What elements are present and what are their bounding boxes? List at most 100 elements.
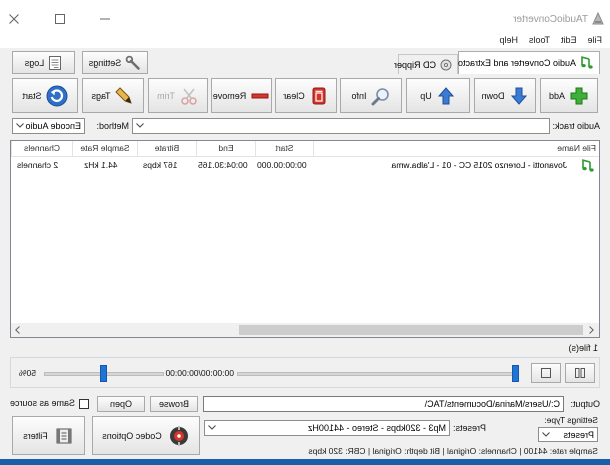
logs-label: Logs xyxy=(24,57,45,68)
title-bar: TAudioConverter File Edit Tools Help xyxy=(0,0,610,48)
stop-button[interactable] xyxy=(531,363,561,383)
cd-icon xyxy=(440,59,452,71)
start-button[interactable]: Start xyxy=(12,78,78,113)
chevron-right-icon xyxy=(15,326,21,334)
arrow-down-icon xyxy=(509,86,529,106)
filter-icon xyxy=(54,426,74,446)
maximize-button[interactable] xyxy=(48,11,72,27)
cell-channels: 2 channels xyxy=(17,160,59,170)
chevron-down-icon xyxy=(208,425,216,430)
info-button[interactable]: Info xyxy=(340,78,402,113)
clear-button[interactable]: Clear xyxy=(275,78,337,113)
scroll-left-button[interactable] xyxy=(585,323,599,337)
filters-button[interactable]: Filters xyxy=(12,416,85,455)
wrench-icon xyxy=(125,55,141,71)
audio-track-select[interactable] xyxy=(132,118,550,134)
file-list[interactable]: File Name Start End Bitrate Sample Rate … xyxy=(10,140,600,338)
presets-select[interactable]: Mp3 - 320kbps - Stereo - 44100Hz xyxy=(204,420,450,436)
close-button[interactable] xyxy=(2,11,26,27)
same-as-source-label: Same as source xyxy=(9,398,75,408)
tab-audio-converter[interactable]: Audio Converter and Extractor xyxy=(454,51,600,74)
tags-label: Tags xyxy=(91,90,111,101)
open-button[interactable]: Open xyxy=(97,396,145,412)
cell-end: 00:04:30.165 xyxy=(198,160,248,170)
remove-button[interactable]: Remove xyxy=(211,78,272,113)
pause-button[interactable] xyxy=(565,363,595,383)
method-value: Encode Audio xyxy=(25,121,81,131)
cell-sample-rate: 44.1 kHz xyxy=(84,160,118,170)
method-select[interactable]: Encode Audio xyxy=(12,118,85,134)
tab-label: CD Ripper xyxy=(393,59,436,70)
menu-help[interactable]: Help xyxy=(499,35,518,45)
screen: TAudioConverter File Edit Tools Help Aud… xyxy=(0,0,610,465)
scroll-right-button[interactable] xyxy=(11,323,25,337)
up-button[interactable]: Up xyxy=(406,78,470,113)
scissors-icon xyxy=(179,86,199,106)
pause-icon xyxy=(575,368,585,378)
app-window: TAudioConverter File Edit Tools Help Aud… xyxy=(0,0,610,459)
scrollbar-thumb[interactable] xyxy=(239,325,583,335)
down-button[interactable]: Down xyxy=(474,78,536,113)
seek-slider-track xyxy=(237,372,519,376)
magnifier-icon xyxy=(371,86,391,106)
clear-icon xyxy=(309,86,329,106)
tab-cd-ripper[interactable]: CD Ripper xyxy=(394,54,458,74)
menu-tools[interactable]: Tools xyxy=(529,35,550,45)
column-header-file-name[interactable]: File Name xyxy=(313,141,599,157)
logs-button[interactable]: Logs xyxy=(12,51,75,74)
settings-type-select[interactable]: Presets xyxy=(538,427,598,442)
volume-slider[interactable] xyxy=(44,365,164,382)
status-bar: Sample rate: 44100 | Channels: Original … xyxy=(308,446,598,456)
cell-bitrate: 167 kbps xyxy=(143,160,178,170)
remove-label: Remove xyxy=(212,90,247,101)
browse-button[interactable]: Browse xyxy=(150,396,198,412)
volume-value: 50% xyxy=(18,368,36,378)
column-header-sample-rate[interactable]: Sample Rate xyxy=(72,141,137,157)
playback-time: 00:00:00/00:00:00 xyxy=(165,368,234,378)
volume-slider-thumb[interactable] xyxy=(100,365,108,382)
minimize-icon xyxy=(100,18,110,20)
seek-slider-thumb[interactable] xyxy=(512,365,519,382)
menu-bar: File Edit Tools Help xyxy=(499,35,602,45)
chevron-down-icon xyxy=(16,123,24,128)
maximize-icon xyxy=(55,14,65,24)
stop-icon xyxy=(541,368,551,378)
plus-icon xyxy=(569,86,589,106)
settings-type-label: Settings Type: xyxy=(544,415,598,425)
method-label: Method: xyxy=(96,121,129,131)
output-path-field[interactable]: C:\Users\Marina\Documents\TAC\ xyxy=(203,396,564,412)
same-as-source-checkbox[interactable] xyxy=(79,399,89,409)
up-label: Up xyxy=(420,90,432,101)
music-note-icon xyxy=(581,159,595,175)
file-count: 1 file(s) xyxy=(568,343,598,353)
cell-file-name: Jovanotti - Lorenzo 2015 CC - 01 - L'alb… xyxy=(391,160,568,170)
refresh-icon xyxy=(46,85,68,107)
minimize-button[interactable] xyxy=(93,11,117,27)
app-icon xyxy=(592,11,604,27)
chevron-down-icon xyxy=(542,431,550,437)
trim-label: Trim xyxy=(157,90,175,101)
column-header-end[interactable]: End xyxy=(196,141,255,157)
add-button[interactable]: Add xyxy=(540,78,598,113)
cell-start: 00:00:00.000 xyxy=(257,160,307,170)
tab-label: Audio Converter and Extractor xyxy=(454,58,576,68)
column-header-start[interactable]: Start xyxy=(255,141,313,157)
seek-slider[interactable] xyxy=(237,365,519,382)
arrow-up-icon xyxy=(436,86,456,106)
horizontal-scrollbar[interactable] xyxy=(11,323,599,337)
close-icon xyxy=(9,14,19,24)
minus-icon xyxy=(250,86,270,106)
clear-label: Clear xyxy=(283,90,305,101)
settings-button[interactable]: Settings xyxy=(82,51,148,74)
column-header-channels[interactable]: Channels xyxy=(11,141,72,157)
column-header-bitrate[interactable]: Bitrate xyxy=(137,141,196,157)
menu-edit[interactable]: Edit xyxy=(561,35,577,45)
playback-panel: 00:00:00/00:00:00 50% xyxy=(10,357,600,388)
menu-file[interactable]: File xyxy=(587,35,602,45)
trim-button[interactable]: Trim xyxy=(148,78,208,113)
codec-icon xyxy=(168,425,190,447)
codec-options-button[interactable]: Codec Options xyxy=(92,416,200,455)
music-note-icon xyxy=(580,56,594,70)
codec-options-label: Codec Options xyxy=(102,430,162,441)
tags-button[interactable]: Tags xyxy=(82,78,144,113)
